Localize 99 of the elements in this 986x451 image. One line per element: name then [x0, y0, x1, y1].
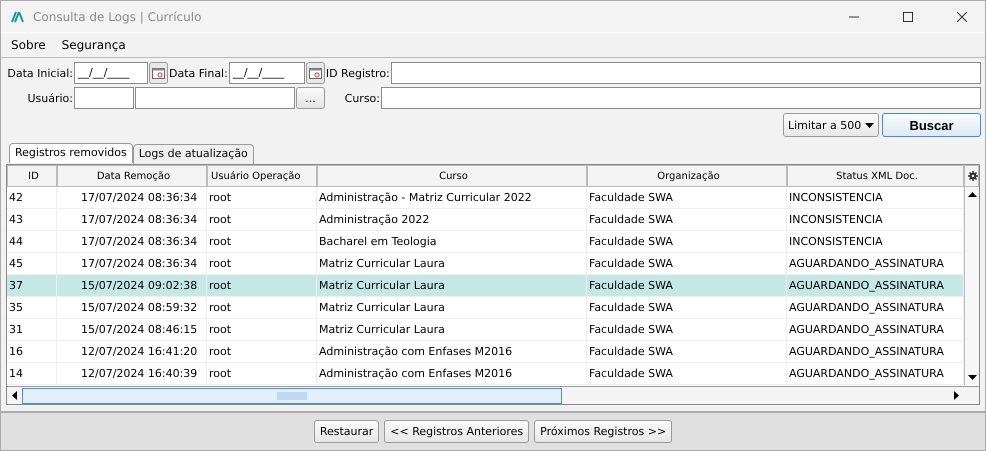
- column-header[interactable]: ID: [7, 165, 57, 187]
- calendar-button[interactable]: [306, 62, 325, 84]
- table-cell: 16: [7, 341, 57, 363]
- app-logo-icon: [11, 10, 25, 22]
- table-cell: Faculdade SWA: [587, 297, 787, 319]
- input-field[interactable]: [74, 87, 134, 109]
- table-cell: 17/07/2024 08:36:34: [57, 209, 207, 231]
- close-icon: [957, 12, 967, 22]
- table-cell: 15/07/2024 08:59:32: [57, 297, 207, 319]
- table-cell: Faculdade SWA: [587, 363, 787, 385]
- calendar-icon: [152, 68, 165, 78]
- limit-dropdown[interactable]: Limitar a 500: [783, 113, 879, 137]
- table-cell: AGUARDANDO_ASSINATURA: [787, 319, 964, 341]
- field-label: Curso:: [344, 92, 380, 104]
- table-cell: Faculdade SWA: [587, 231, 787, 253]
- table-cell: 43: [7, 209, 57, 231]
- table-cell: 17/07/2024 08:36:34: [57, 231, 207, 253]
- table-cell: AGUARDANDO_ASSINATURA: [787, 363, 964, 385]
- input-field[interactable]: [381, 87, 981, 109]
- table-cell: 37: [7, 275, 57, 297]
- caret-icon: [865, 122, 874, 128]
- table-cell: 17/07/2024 08:36:34: [57, 187, 207, 209]
- settings-button[interactable]: [964, 165, 979, 187]
- table-cell: 17/07/2024 08:36:34: [57, 253, 207, 275]
- column-header[interactable]: Curso: [317, 165, 587, 187]
- search-button[interactable]: Buscar: [882, 113, 981, 137]
- calendar-button[interactable]: [149, 62, 168, 84]
- footer-button[interactable]: << Registros Anteriores: [384, 420, 530, 443]
- table-cell: Administração com Enfases M2016: [317, 363, 587, 385]
- table-cell: Faculdade SWA: [587, 253, 787, 275]
- table-cell: Faculdade SWA: [587, 341, 787, 363]
- vertical-scrollbar[interactable]: [964, 187, 979, 385]
- down-arrow-icon: [968, 375, 976, 380]
- table-cell: 31: [7, 319, 57, 341]
- table-cell: AGUARDANDO_ASSINATURA: [787, 253, 964, 275]
- horizontal-scrollbar[interactable]: [7, 386, 979, 404]
- table-cell: 15/07/2024 08:46:15: [57, 319, 207, 341]
- table-cell: AGUARDANDO_ASSINATURA: [787, 275, 964, 297]
- table-cell: 15/07/2024 09:02:38: [57, 275, 207, 297]
- table-cell: INCONSISTENCIA: [787, 231, 964, 253]
- menu-item[interactable]: Segurança: [62, 38, 126, 52]
- right-arrow-icon: [954, 391, 959, 400]
- table-cell: Administração - Matriz Curricular 2022: [317, 187, 587, 209]
- tab[interactable]: Logs de atualização: [132, 144, 254, 164]
- scroll-thumb[interactable]: [22, 388, 562, 404]
- table-cell: root: [207, 231, 317, 253]
- field-label: Usuário:: [26, 92, 73, 104]
- footer-button[interactable]: Próximos Registros >>: [534, 420, 672, 443]
- table-cell: 12/07/2024 16:41:20: [57, 341, 207, 363]
- input-field[interactable]: [390, 62, 981, 84]
- table-cell: AGUARDANDO_ASSINATURA: [787, 341, 964, 363]
- table-cell: root: [207, 363, 317, 385]
- table-cell: Faculdade SWA: [587, 187, 787, 209]
- field-label: ID Registro:: [326, 66, 390, 80]
- up-arrow-icon: [968, 192, 976, 197]
- tab[interactable]: Registros removidos: [9, 143, 133, 163]
- table-cell: 42: [7, 187, 57, 209]
- table-cell: 14: [7, 363, 57, 385]
- field-label: Data Final:: [169, 66, 228, 80]
- column-header[interactable]: Data Remoção: [57, 165, 207, 187]
- table-cell: 12/07/2024 16:40:39: [57, 363, 207, 385]
- table-cell: Faculdade SWA: [587, 275, 787, 297]
- menu-item[interactable]: Sobre: [11, 38, 46, 52]
- column-header[interactable]: Status XML Doc.: [787, 165, 964, 187]
- minimize-icon: [849, 16, 859, 18]
- table-cell: root: [207, 341, 317, 363]
- table-cell: root: [207, 319, 317, 341]
- lookup-button[interactable]: ...: [296, 87, 325, 109]
- table-cell: Matriz Curricular Laura: [317, 319, 587, 341]
- table-cell: root: [207, 253, 317, 275]
- table-cell: Faculdade SWA: [587, 319, 787, 341]
- table-cell: 44: [7, 231, 57, 253]
- calendar-icon: [308, 68, 322, 78]
- date-field[interactable]: __/__/____: [74, 62, 148, 84]
- left-arrow-icon: [12, 391, 17, 400]
- table-cell: root: [207, 297, 317, 319]
- table-cell: INCONSISTENCIA: [787, 187, 964, 209]
- table-cell: INCONSISTENCIA: [787, 209, 964, 231]
- maximize-icon: [903, 12, 913, 22]
- input-field[interactable]: [135, 87, 295, 109]
- table-cell: Administração 2022: [317, 209, 587, 231]
- table-cell: Faculdade SWA: [587, 209, 787, 231]
- field-label: Data Inicial:: [6, 66, 73, 80]
- table-cell: 35: [7, 297, 57, 319]
- table-cell: root: [207, 275, 317, 297]
- table-cell: Matriz Curricular Laura: [317, 275, 587, 297]
- table-cell: root: [207, 187, 317, 209]
- footer-button[interactable]: Restaurar: [314, 420, 380, 443]
- column-header[interactable]: Organização: [587, 165, 787, 187]
- column-header[interactable]: Usuário Operação: [207, 165, 317, 187]
- table-cell: root: [207, 209, 317, 231]
- table-cell: Matriz Curricular Laura: [317, 253, 587, 275]
- table-cell: Bacharel em Teologia: [317, 231, 587, 253]
- window-title: Consulta de Logs | Currículo: [33, 10, 202, 24]
- table-cell: Matriz Curricular Laura: [317, 297, 587, 319]
- table-cell: 45: [7, 253, 57, 275]
- table-cell: Administração com Enfases M2016: [317, 341, 587, 363]
- table-cell: AGUARDANDO_ASSINATURA: [787, 297, 964, 319]
- date-field[interactable]: __/__/____: [228, 62, 305, 84]
